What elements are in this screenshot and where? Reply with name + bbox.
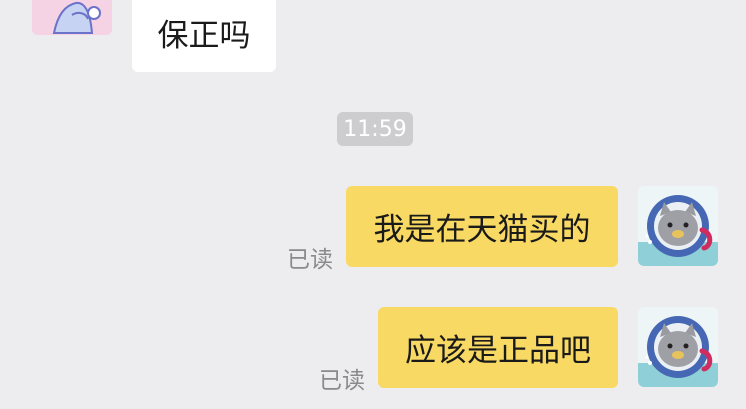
my-avatar-cat-icon[interactable] [638, 186, 718, 266]
outgoing-message-bubble[interactable]: 我是在天猫买的 [346, 186, 618, 267]
my-avatar-cat-icon[interactable] [638, 307, 718, 387]
message-text: 应该是正品吧 [405, 333, 591, 369]
timestamp-badge: 11:59 [337, 112, 413, 146]
read-receipt: 已读 [287, 240, 333, 274]
contact-avatar-icon[interactable] [32, 0, 112, 35]
read-receipt-text: 已读 [287, 247, 333, 273]
read-receipt-text: 已读 [319, 368, 365, 394]
incoming-message-bubble[interactable]: 保正吗 [132, 0, 276, 72]
outgoing-message-bubble[interactable]: 应该是正品吧 [378, 307, 618, 388]
read-receipt: 已读 [319, 361, 365, 395]
timestamp-text: 11:59 [343, 116, 407, 142]
message-text: 我是在天猫买的 [373, 212, 591, 248]
chat-message-area: 保正吗 11:59 已读 我是在天猫买的 已读 应该是正品吧 [0, 0, 746, 409]
message-text: 保正吗 [157, 17, 251, 54]
